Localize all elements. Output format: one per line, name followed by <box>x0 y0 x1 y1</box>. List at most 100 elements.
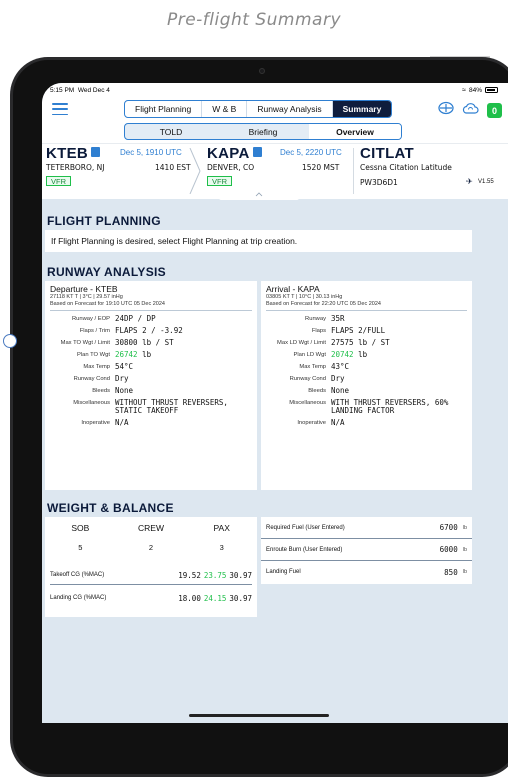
sub-tabs: TOLD Briefing Overview <box>124 123 402 140</box>
runway-row-label: Bleeds <box>308 388 326 394</box>
tab-flight-planning[interactable]: Flight Planning <box>125 101 203 117</box>
runway-row: Plan LD Wgt 20742 lb <box>261 351 472 359</box>
runway-row-label: Runway <box>305 316 326 322</box>
subtab-told[interactable]: TOLD <box>125 124 217 139</box>
runway-row-value: 26742 lb <box>115 351 151 359</box>
runway-row: Runway / EOP 24DP / DP <box>45 315 257 323</box>
arrival-rows: Runway 35R Flaps FLAPS 2/FULL Max LD Wgt / L… <box>261 315 472 427</box>
departure-date: Dec 5, 1910 UTC <box>120 148 182 157</box>
runway-row: Max TO Wgt / Limit 30800 lb / ST <box>45 339 257 347</box>
flight-planning-card: If Flight Planning is desired, select Fl… <box>45 230 472 252</box>
document-icon[interactable] <box>91 147 101 157</box>
runway-row-label: Max LD Wgt / Limit <box>277 340 326 346</box>
runway-row: Runway 35R <box>261 315 472 323</box>
runway-row-value-text: 54°C <box>115 362 134 371</box>
runway-row-value: 24DP / DP <box>115 315 156 323</box>
landing-fuel-value: 850 <box>444 567 458 577</box>
runway-row-label: Max TO Wgt / Limit <box>60 340 110 346</box>
landing-cg-max: 30.97 <box>229 593 252 603</box>
arrival-code: KAPA <box>207 145 250 162</box>
home-indicator[interactable] <box>189 714 329 717</box>
arrival-date: Dec 5, 2220 UTC <box>280 148 342 157</box>
arrival-forecast: Based on Forecast for 22:20 UTC 05 Dec 2… <box>266 300 381 307</box>
runway-row-value: 20742 lb <box>331 351 367 359</box>
battery-icon <box>485 87 498 93</box>
arrival-airport[interactable]: KAPA <box>207 145 262 162</box>
wifi-icon: ≈ <box>462 86 466 94</box>
plane-icon: ✈ <box>466 177 473 186</box>
aircraft-callsign: CITLAT <box>360 145 415 162</box>
tab-weight-balance[interactable]: W & B <box>202 101 248 117</box>
document-icon[interactable] <box>252 147 262 157</box>
menu-icon[interactable] <box>52 103 68 115</box>
runway-row-value-text: 35R <box>331 314 345 323</box>
takeoff-cg-max: 30.97 <box>229 570 252 580</box>
runway-row-label: Runway Cond <box>73 376 110 382</box>
runway-row-label: Inoperative <box>81 420 110 426</box>
runway-row-value: 43°C <box>331 363 349 371</box>
departure-code: KTEB <box>46 145 89 162</box>
weight-balance-title: WEIGHT & BALANCE <box>47 501 174 515</box>
aircraft-type: Cessna Citation Latitude <box>360 163 452 172</box>
runway-row-unit: lb <box>353 350 368 359</box>
landing-fuel-label: Landing Fuel <box>266 569 301 575</box>
required-fuel-value: 6700 <box>439 523 458 532</box>
runway-row-label: Max Temp <box>83 364 110 370</box>
runway-row-value: WITHOUT THRUST REVERSERS, STATIC TAKEOFF <box>115 399 228 415</box>
subtab-overview[interactable]: Overview <box>309 124 401 139</box>
runway-row-value: None <box>115 387 133 395</box>
landing-cg-min: 18.00 <box>178 593 201 603</box>
collapse-tab[interactable] <box>219 190 299 200</box>
runway-row-value: FLAPS 2/FULL <box>331 327 385 335</box>
nav-actions: 0 <box>438 101 502 120</box>
cloud-sync-icon[interactable] <box>462 102 479 120</box>
runway-row-label: Flaps <box>311 328 326 334</box>
runway-row-label: Runway Cond <box>289 376 326 382</box>
crew-header: CREW <box>138 523 164 533</box>
departure-city: TETERBORO, NJ <box>46 163 105 172</box>
runway-row-value-text: 27575 lb / ST <box>331 338 390 347</box>
sob-value: 5 <box>78 543 83 552</box>
runway-row: Max Temp 54°C <box>45 363 257 371</box>
tab-runway-analysis[interactable]: Runway Analysis <box>247 101 333 117</box>
status-date: Wed Dec 4 <box>77 86 110 94</box>
required-fuel-row: Required Fuel (User Entered) 6700 lb <box>261 517 472 539</box>
tab-summary[interactable]: Summary <box>332 101 392 117</box>
runway-row-label: Miscellaneous <box>289 400 326 406</box>
header-divider <box>353 148 354 194</box>
notification-badge[interactable]: 0 <box>487 103 502 118</box>
runway-row: Miscellaneous WITHOUT THRUST REVERSERS, S… <box>45 399 257 415</box>
runway-row: Max LD Wgt / Limit 27575 lb / ST <box>261 339 472 347</box>
runway-row: Inoperative N/A <box>261 419 472 427</box>
runway-row-value-text: 43°C <box>331 362 350 371</box>
runway-row-value: 30800 lb / ST <box>115 339 174 347</box>
runway-row-value: N/A <box>331 419 345 427</box>
runway-row-unit: lb <box>137 350 152 359</box>
runway-row-value-text: Dry <box>115 374 129 383</box>
runway-row-value-text: None <box>115 386 134 395</box>
runway-row: Flaps / Trim FLAPS 2 / -3.92 <box>45 327 257 335</box>
runway-row-value-text: 20742 <box>331 350 354 359</box>
runway-row: Runway Cond Dry <box>261 375 472 383</box>
departure-airport[interactable]: KTEB <box>46 145 101 162</box>
runway-row-value: N/A <box>115 419 129 427</box>
takeoff-cg-actual: 23.75 <box>203 570 227 580</box>
runway-row: Bleeds None <box>45 387 257 395</box>
side-button[interactable] <box>3 334 17 348</box>
aircraft-icon[interactable] <box>438 101 454 120</box>
crew-value: 2 <box>148 543 154 552</box>
app-version: V1.55 <box>478 179 494 185</box>
departure-rows: Runway / EOP 24DP / DP Flaps / Trim FLAPS 2… <box>45 315 257 427</box>
enroute-burn-label: Enroute Burn (User Entered) <box>266 546 343 553</box>
runway-row-value: 27575 lb / ST <box>331 339 390 347</box>
subtab-briefing[interactable]: Briefing <box>217 124 309 139</box>
arrival-city: DENVER, CO <box>207 163 255 172</box>
runway-row-value-text: FLAPS 2/FULL <box>331 326 386 335</box>
departure-flight-rules: VFR <box>46 176 71 186</box>
enroute-burn-row: Enroute Burn (User Entered) 6000 lb <box>261 539 472 561</box>
runway-row-label: Bleeds <box>92 388 110 394</box>
nav-bar: Flight Planning W & B Runway Analysis Su… <box>42 97 508 121</box>
route-chevron-icon <box>189 148 201 194</box>
runway-row: Inoperative N/A <box>45 419 257 427</box>
runway-row-label: Plan LD Wgt <box>293 352 326 358</box>
